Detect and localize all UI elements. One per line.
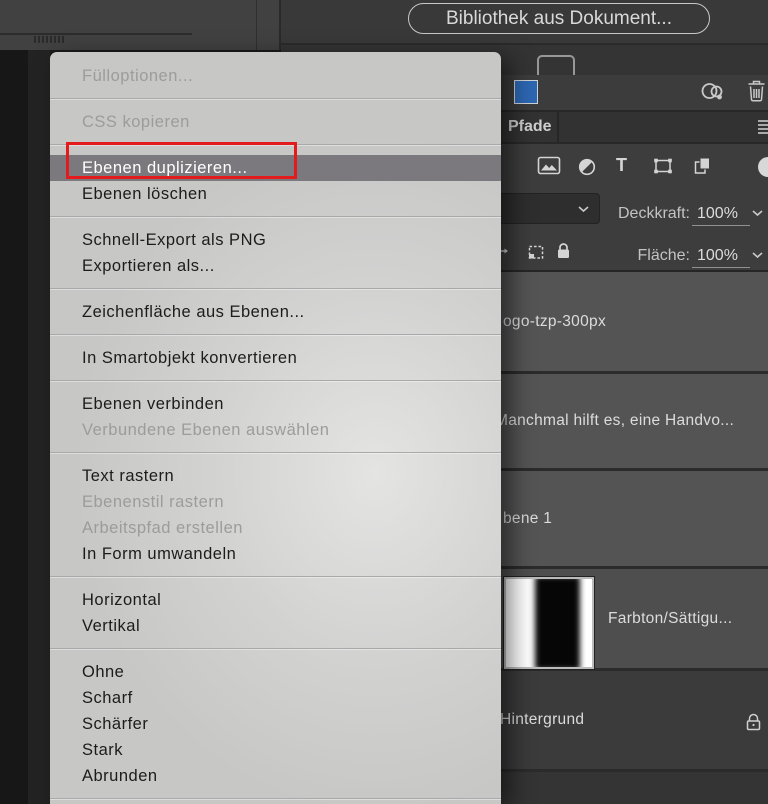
layer-name: Farbton/Sättigu... [608,610,732,628]
opacity-label: Deckkraft: [600,205,690,223]
menu-item-exportieren-als[interactable]: Exportieren als... [50,253,501,279]
lock-all-icon[interactable] [555,241,572,260]
tab-pfade[interactable]: Pfade [508,112,552,142]
color-swatch[interactable] [514,80,538,104]
dark-background-strip [0,50,28,804]
menu-item-ebenen-verbinden[interactable]: Ebenen verbinden [50,391,501,417]
artboard-lock-icon[interactable] [527,244,546,261]
menu-item-ohne[interactable]: Ohne [50,659,501,685]
menu-item-ebenenstil-rastern: Ebenenstil rastern [50,489,501,515]
type-filter-icon[interactable]: T [616,155,627,176]
top-toolbar-band: Bibliothek aus Dokument... [281,0,768,43]
menu-item-text-rastern[interactable]: Text rastern [50,463,501,489]
menu-item-verbundene-ebenen-auswählen: Verbundene Ebenen auswählen [50,417,501,443]
lock-icon [745,712,762,732]
partial-toggle-icon[interactable] [758,157,768,177]
menu-item-fülloptionen: Fülloptionen... [50,63,501,89]
menu-item-stark[interactable]: Stark [50,737,501,763]
layer-mask-thumbnail[interactable] [504,577,594,669]
library-from-document-button[interactable]: Bibliothek aus Dokument... [408,3,710,34]
trash-icon[interactable] [746,79,767,103]
menu-item-schnell-export-als-png[interactable]: Schnell-Export als PNG [50,227,501,253]
chevron-down-icon[interactable] [752,252,763,259]
image-filter-icon[interactable] [537,156,561,175]
menu-item-in-form-umwandeln[interactable]: In Form umwandeln [50,541,501,567]
opacity-value[interactable]: 100% [697,205,738,223]
creative-cloud-icon[interactable] [700,79,725,104]
panel-menu-icon[interactable] [758,119,768,135]
chevron-down-icon[interactable] [752,210,763,217]
menu-item-schärfer[interactable]: Schärfer [50,711,501,737]
menu-separator [50,798,501,799]
menu-item-horizontal[interactable]: Horizontal [50,587,501,613]
annotation-highlight-box [66,142,297,179]
panel-divider-line [256,0,257,50]
menu-item-ebenen-löschen[interactable]: Ebenen löschen [50,181,501,207]
menu-item-zeichenfläche-aus-ebenen[interactable]: Zeichenfläche aus Ebenen... [50,299,501,325]
smart-object-filter-icon[interactable] [692,156,712,175]
layer-name: Manchmal hilft es, eine Handvo... [495,412,734,430]
menu-item-css-kopieren: CSS kopieren [50,109,501,135]
menu-item-in-smartobjekt-konvertieren[interactable]: In Smartobjekt konvertieren [50,345,501,371]
fill-value[interactable]: 100% [697,247,738,265]
chevron-down-icon [578,206,589,213]
fill-label: Fläche: [600,247,690,265]
layer-name: ogo-tzp-300px [503,313,606,331]
tab-divider-line [557,112,559,142]
panel-grip-texture [34,36,66,43]
adjustment-filter-icon[interactable] [577,157,597,177]
fill-underline [692,267,750,268]
shape-filter-icon[interactable] [652,157,674,175]
opacity-underline [692,225,750,226]
layer-name: Hintergrund [500,711,584,729]
menu-item-vertikal[interactable]: Vertikal [50,613,501,639]
layer-name: bene 1 [503,510,552,528]
library-button-label: Bibliothek aus Dokument... [446,8,672,30]
menu-item-abrunden[interactable]: Abrunden [50,763,501,789]
menu-item-arbeitspfad-erstellen: Arbeitspfad erstellen [50,515,501,541]
dark-background-strip [28,50,50,804]
menu-item-scharf[interactable]: Scharf [50,685,501,711]
panel-edge-line [0,33,192,35]
partial-toolbar-button-icon[interactable] [537,55,575,75]
